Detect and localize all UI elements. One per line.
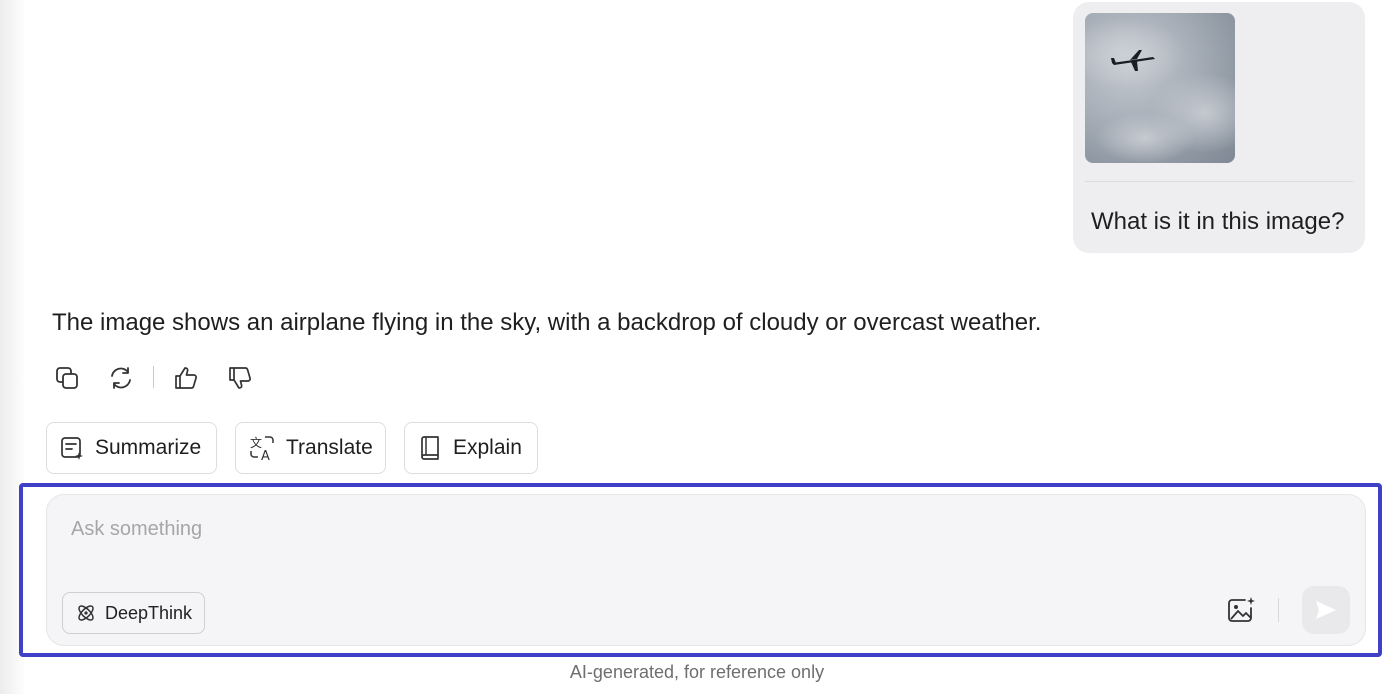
copy-icon xyxy=(56,367,78,389)
assistant-message-text: The image shows an airplane flying in th… xyxy=(52,309,1042,336)
regenerate-icon xyxy=(111,367,131,389)
thumbs-up-icon xyxy=(175,367,197,389)
atom-icon xyxy=(78,605,94,621)
airplane-photo-icon xyxy=(1085,18,1235,163)
thumbs-down-icon xyxy=(229,367,251,389)
regenerate-button[interactable] xyxy=(106,363,136,393)
bubble-divider xyxy=(1085,181,1353,182)
send-icon xyxy=(1316,601,1336,619)
explain-chip[interactable]: Explain xyxy=(404,422,538,474)
summarize-chip-label: Summarize xyxy=(95,436,202,459)
message-input[interactable] xyxy=(46,494,1366,646)
svg-text:A: A xyxy=(261,449,270,462)
user-message-bubble: What is it in this image? xyxy=(1073,2,1365,253)
translate-icon: 文 A xyxy=(250,435,274,462)
thumbs-up-button[interactable] xyxy=(171,363,201,393)
translate-chip[interactable]: 文 A Translate xyxy=(235,422,386,474)
add-image-icon xyxy=(1228,597,1255,622)
user-message-text: What is it in this image? xyxy=(1091,208,1345,235)
translate-chip-label: Translate xyxy=(286,436,373,459)
upload-image-button[interactable] xyxy=(1226,595,1256,625)
composer-divider xyxy=(1278,598,1279,622)
svg-text:文: 文 xyxy=(250,435,262,450)
message-input-placeholder: Ask something xyxy=(71,518,203,540)
summarize-chip[interactable]: Summarize xyxy=(46,422,217,474)
copy-button[interactable] xyxy=(52,363,82,393)
attached-image-thumbnail[interactable] xyxy=(1085,13,1235,163)
thumbs-down-button[interactable] xyxy=(225,363,255,393)
explain-chip-label: Explain xyxy=(453,436,522,459)
summarize-icon xyxy=(61,437,83,460)
disclaimer-note: AI-generated, for reference only xyxy=(569,662,825,682)
actions-divider xyxy=(153,366,154,388)
send-button[interactable] xyxy=(1302,586,1350,634)
book-icon xyxy=(421,436,439,460)
deepthink-label: DeepThink xyxy=(105,602,193,623)
deepthink-toggle-button[interactable]: DeepThink xyxy=(62,592,205,634)
